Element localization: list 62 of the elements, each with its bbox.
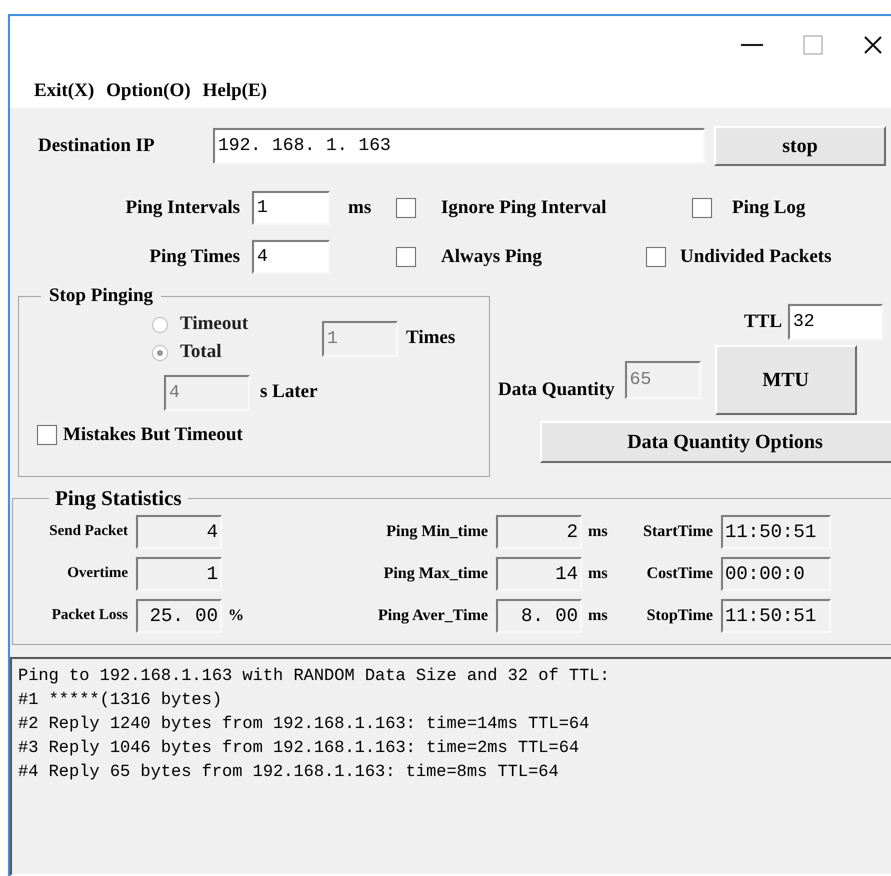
log-line: #3 Reply 1046 bytes from 192.168.1.163: time=2ms TTL=64 bbox=[18, 738, 580, 760]
checkbox-label: Ping Log bbox=[732, 196, 806, 220]
radio-label: Timeout bbox=[180, 312, 248, 336]
ttl-field[interactable]: 32 bbox=[788, 304, 883, 340]
log-box[interactable] bbox=[10, 657, 891, 876]
checkbox-label: Always Ping bbox=[441, 244, 543, 269]
statistic-field[interactable]: 25. 00 bbox=[136, 598, 222, 632]
field-label: StartTime bbox=[642, 522, 714, 542]
checkbox-label: Undivided Packets bbox=[680, 244, 832, 269]
statistic-field[interactable]: 8. 00 bbox=[496, 598, 582, 632]
log-line: #4 Reply 65 bytes from 192.168.1.163: time=8ms TTL=64 bbox=[18, 762, 560, 784]
unit-label: ms bbox=[588, 564, 608, 584]
statistic-field[interactable]: 2 bbox=[496, 514, 582, 548]
field-label: Destination IP bbox=[38, 134, 156, 158]
field-label: Packet Loss bbox=[50, 606, 129, 626]
minimize-icon[interactable] bbox=[741, 43, 763, 47]
checkbox-label: Ignore Ping Interval bbox=[441, 196, 608, 220]
menu-item[interactable]: Exit(X) bbox=[34, 76, 94, 106]
checkbox[interactable] bbox=[396, 247, 416, 267]
statistic-field[interactable]: 4 bbox=[136, 514, 222, 548]
field-label: Ping Aver_Time bbox=[376, 606, 489, 626]
checkbox-label: Mistakes But Timeout bbox=[63, 422, 243, 446]
unit-label: % bbox=[228, 606, 244, 626]
interval-field[interactable]: 1 bbox=[252, 191, 330, 225]
close-icon[interactable] bbox=[863, 35, 883, 55]
field-label: Overtime bbox=[66, 564, 129, 584]
field-label: Send Packet bbox=[48, 522, 129, 542]
statistic-field[interactable]: 1 bbox=[136, 556, 222, 590]
field-label: Ping Times bbox=[148, 244, 240, 269]
statistic-field[interactable]: 00:00:0 bbox=[721, 556, 831, 590]
checkbox[interactable] bbox=[692, 198, 712, 218]
unit-label: ms bbox=[588, 606, 608, 626]
statistic-field[interactable]: 14 bbox=[496, 556, 582, 590]
field-label: Ping Intervals bbox=[124, 196, 240, 220]
checkbox[interactable] bbox=[37, 424, 57, 445]
stop-button[interactable]: stop bbox=[714, 126, 886, 166]
log-line: #2 Reply 1240 bytes from 192.168.1.163: time=14ms TTL=64 bbox=[18, 714, 590, 736]
data-quantity-options-button[interactable]: Data Quantity Options bbox=[540, 421, 891, 463]
ip-field[interactable]: 192. 168. 1. 163 bbox=[213, 128, 705, 164]
group-title: Stop Pinging bbox=[48, 284, 154, 308]
field-label: CostTime bbox=[646, 564, 714, 584]
times-field[interactable]: 4 bbox=[252, 240, 330, 274]
field-label: TTL bbox=[744, 310, 782, 334]
log-line: #1 *****(1316 bytes) bbox=[18, 690, 224, 712]
statistic-field[interactable]: 11:50:51 bbox=[721, 514, 831, 548]
field-label: Ping Min_time bbox=[385, 522, 489, 542]
field-label: Times bbox=[406, 326, 456, 350]
unit-label: ms bbox=[588, 522, 608, 542]
field-label: Data Quantity bbox=[498, 378, 615, 402]
mtu-button[interactable]: MTU bbox=[714, 345, 857, 415]
group-title: Ping Statistics bbox=[54, 485, 183, 512]
checkbox[interactable] bbox=[646, 247, 666, 267]
unit-label: ms bbox=[348, 196, 372, 220]
menu-item[interactable]: Help(E) bbox=[202, 76, 267, 106]
checkbox[interactable] bbox=[396, 198, 416, 218]
statistic-field[interactable]: 11:50:51 bbox=[721, 598, 831, 632]
field-label: Ping Max_time bbox=[382, 564, 489, 584]
menu-item[interactable]: Option(O) bbox=[106, 76, 191, 106]
field-label: s Later bbox=[260, 380, 318, 404]
radio-label: Total bbox=[180, 340, 222, 364]
field-label: StopTime bbox=[646, 606, 714, 626]
log-line: Ping to 192.168.1.163 with RANDOM Data Size and 32 of TTL: bbox=[18, 666, 611, 688]
